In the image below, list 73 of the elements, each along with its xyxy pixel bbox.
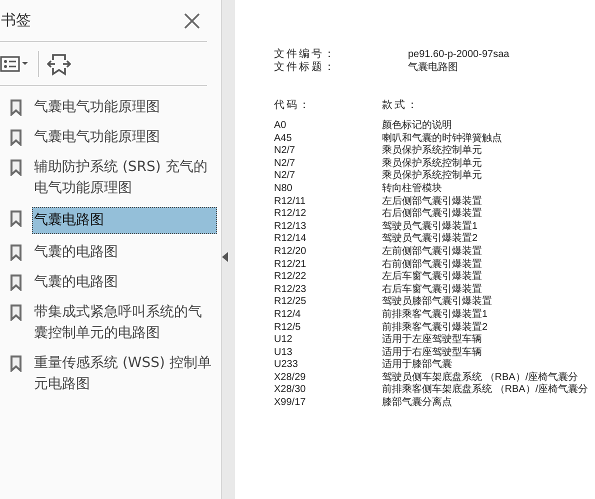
close-icon[interactable] <box>183 12 201 30</box>
collapse-arrow-icon[interactable] <box>222 252 228 262</box>
bookmark-item[interactable]: 气囊电气功能原理图 <box>32 126 217 149</box>
description-text: 驾驶员气囊引爆装置2 <box>382 233 478 246</box>
bookmark-icon <box>10 304 22 321</box>
bookmark-icon <box>10 274 22 291</box>
expand-bookmark-icon[interactable] <box>47 52 71 76</box>
field-value: pe91.60-p-2000-97saa <box>408 48 510 61</box>
column-header: 款式： <box>382 98 420 112</box>
description-text: 左后车窗气囊引爆装置 <box>382 271 482 284</box>
description-text: 驾驶员气囊引爆装置1 <box>382 220 478 232</box>
field-value: 气囊电路图 <box>408 61 458 74</box>
code-text: A0 <box>274 120 288 133</box>
bookmark-icon <box>10 129 22 146</box>
description-text: 左后侧部气囊引爆装置 <box>382 196 482 208</box>
description-text: 右前侧部气囊引爆装置 <box>382 258 482 270</box>
description-text: 乘员保护系统控制单元 <box>382 158 482 170</box>
description-text: 乘员保护系统控制单元 <box>382 145 482 158</box>
description-text: 前排乘客气囊引爆装置1 <box>382 308 488 322</box>
panel-title: 书签 <box>1 11 31 30</box>
description-text: 驾驶员膝部气囊引爆装置 <box>382 296 492 308</box>
code-text: R12/4 <box>274 308 302 322</box>
bookmark-item[interactable]: 气囊的电路图 <box>32 271 217 294</box>
options-menu-icon[interactable] <box>0 56 30 72</box>
code-text: X99/17 <box>274 397 307 410</box>
bookmark-item[interactable]: 气囊电气功能原理图 <box>32 96 217 119</box>
code-text: N2/7 <box>274 145 296 158</box>
code-text: U233 <box>274 359 299 372</box>
code-text: X28/30 <box>274 384 307 398</box>
description-text: 转向柱管模块 <box>382 182 442 196</box>
description-text: 左前侧部气囊引爆装置 <box>382 246 482 258</box>
code-text: X28/29 <box>274 372 307 384</box>
bookmark-item[interactable]: 带集成式紧急呼叫系统的气囊控制单元的电路图 <box>32 301 217 345</box>
description-text: 适用于右座驾驶型车辆 <box>382 346 482 358</box>
code-text: N2/7 <box>274 158 296 170</box>
field-label: 文件编号： <box>274 48 338 61</box>
code-text: N80 <box>274 182 294 196</box>
description-text: 适用于膝部气囊 <box>382 359 452 372</box>
description-text: 前排乘客侧车架底盘系统 （RBA）/座椅气囊分 <box>382 384 588 396</box>
bookmark-icon <box>10 244 22 261</box>
code-text: R12/13 <box>274 220 308 234</box>
description-text: 喇叭和气囊的时钟弹簧触点 <box>382 132 502 144</box>
bookmark-item[interactable]: 气囊电路图 <box>32 207 217 234</box>
description-text: 右后侧部气囊引爆装置 <box>382 208 482 220</box>
code-text: U13 <box>274 346 294 360</box>
bookmark-icon <box>10 210 22 227</box>
description-text: 适用于左座驾驶型车辆 <box>382 334 482 346</box>
code-text: A45 <box>274 132 293 146</box>
code-text: R12/11 <box>274 196 307 208</box>
description-text: 乘员保护系统控制单元 <box>382 170 482 182</box>
bookmark-item[interactable]: 重量传感系统 (WSS) 控制单元电路图 <box>32 352 217 396</box>
code-text: U12 <box>274 334 294 347</box>
code-text: R12/25 <box>274 296 308 309</box>
description-text: 前排乘客气囊引爆装置2 <box>382 322 488 334</box>
code-text: R12/5 <box>274 322 302 334</box>
code-text: R12/12 <box>274 208 308 221</box>
code-text: R12/20 <box>274 246 308 259</box>
bookmark-icon <box>10 355 22 372</box>
bookmark-item[interactable]: 气囊的电路图 <box>32 241 217 264</box>
column-header: 代码： <box>274 98 312 112</box>
code-text: R12/21 <box>274 258 308 272</box>
description-text: 右后车窗气囊引爆装置 <box>382 284 482 296</box>
code-text: R12/14 <box>274 233 308 246</box>
code-text: R12/22 <box>274 271 308 284</box>
description-text: 驾驶员侧车架底盘系统 （RBA）/座椅气囊分 <box>382 372 578 384</box>
bookmark-icon <box>10 159 22 176</box>
field-label: 文件标题： <box>274 61 338 74</box>
description-text: 颜色标记的说明 <box>382 120 452 132</box>
code-text: N2/7 <box>274 170 296 183</box>
bookmark-item[interactable]: 辅助防护系统 (SRS) 充气的电气功能原理图 <box>32 156 217 200</box>
code-text: R12/23 <box>274 284 308 296</box>
description-text: 膝部气囊分离点 <box>382 397 452 410</box>
bookmark-icon <box>10 99 22 116</box>
